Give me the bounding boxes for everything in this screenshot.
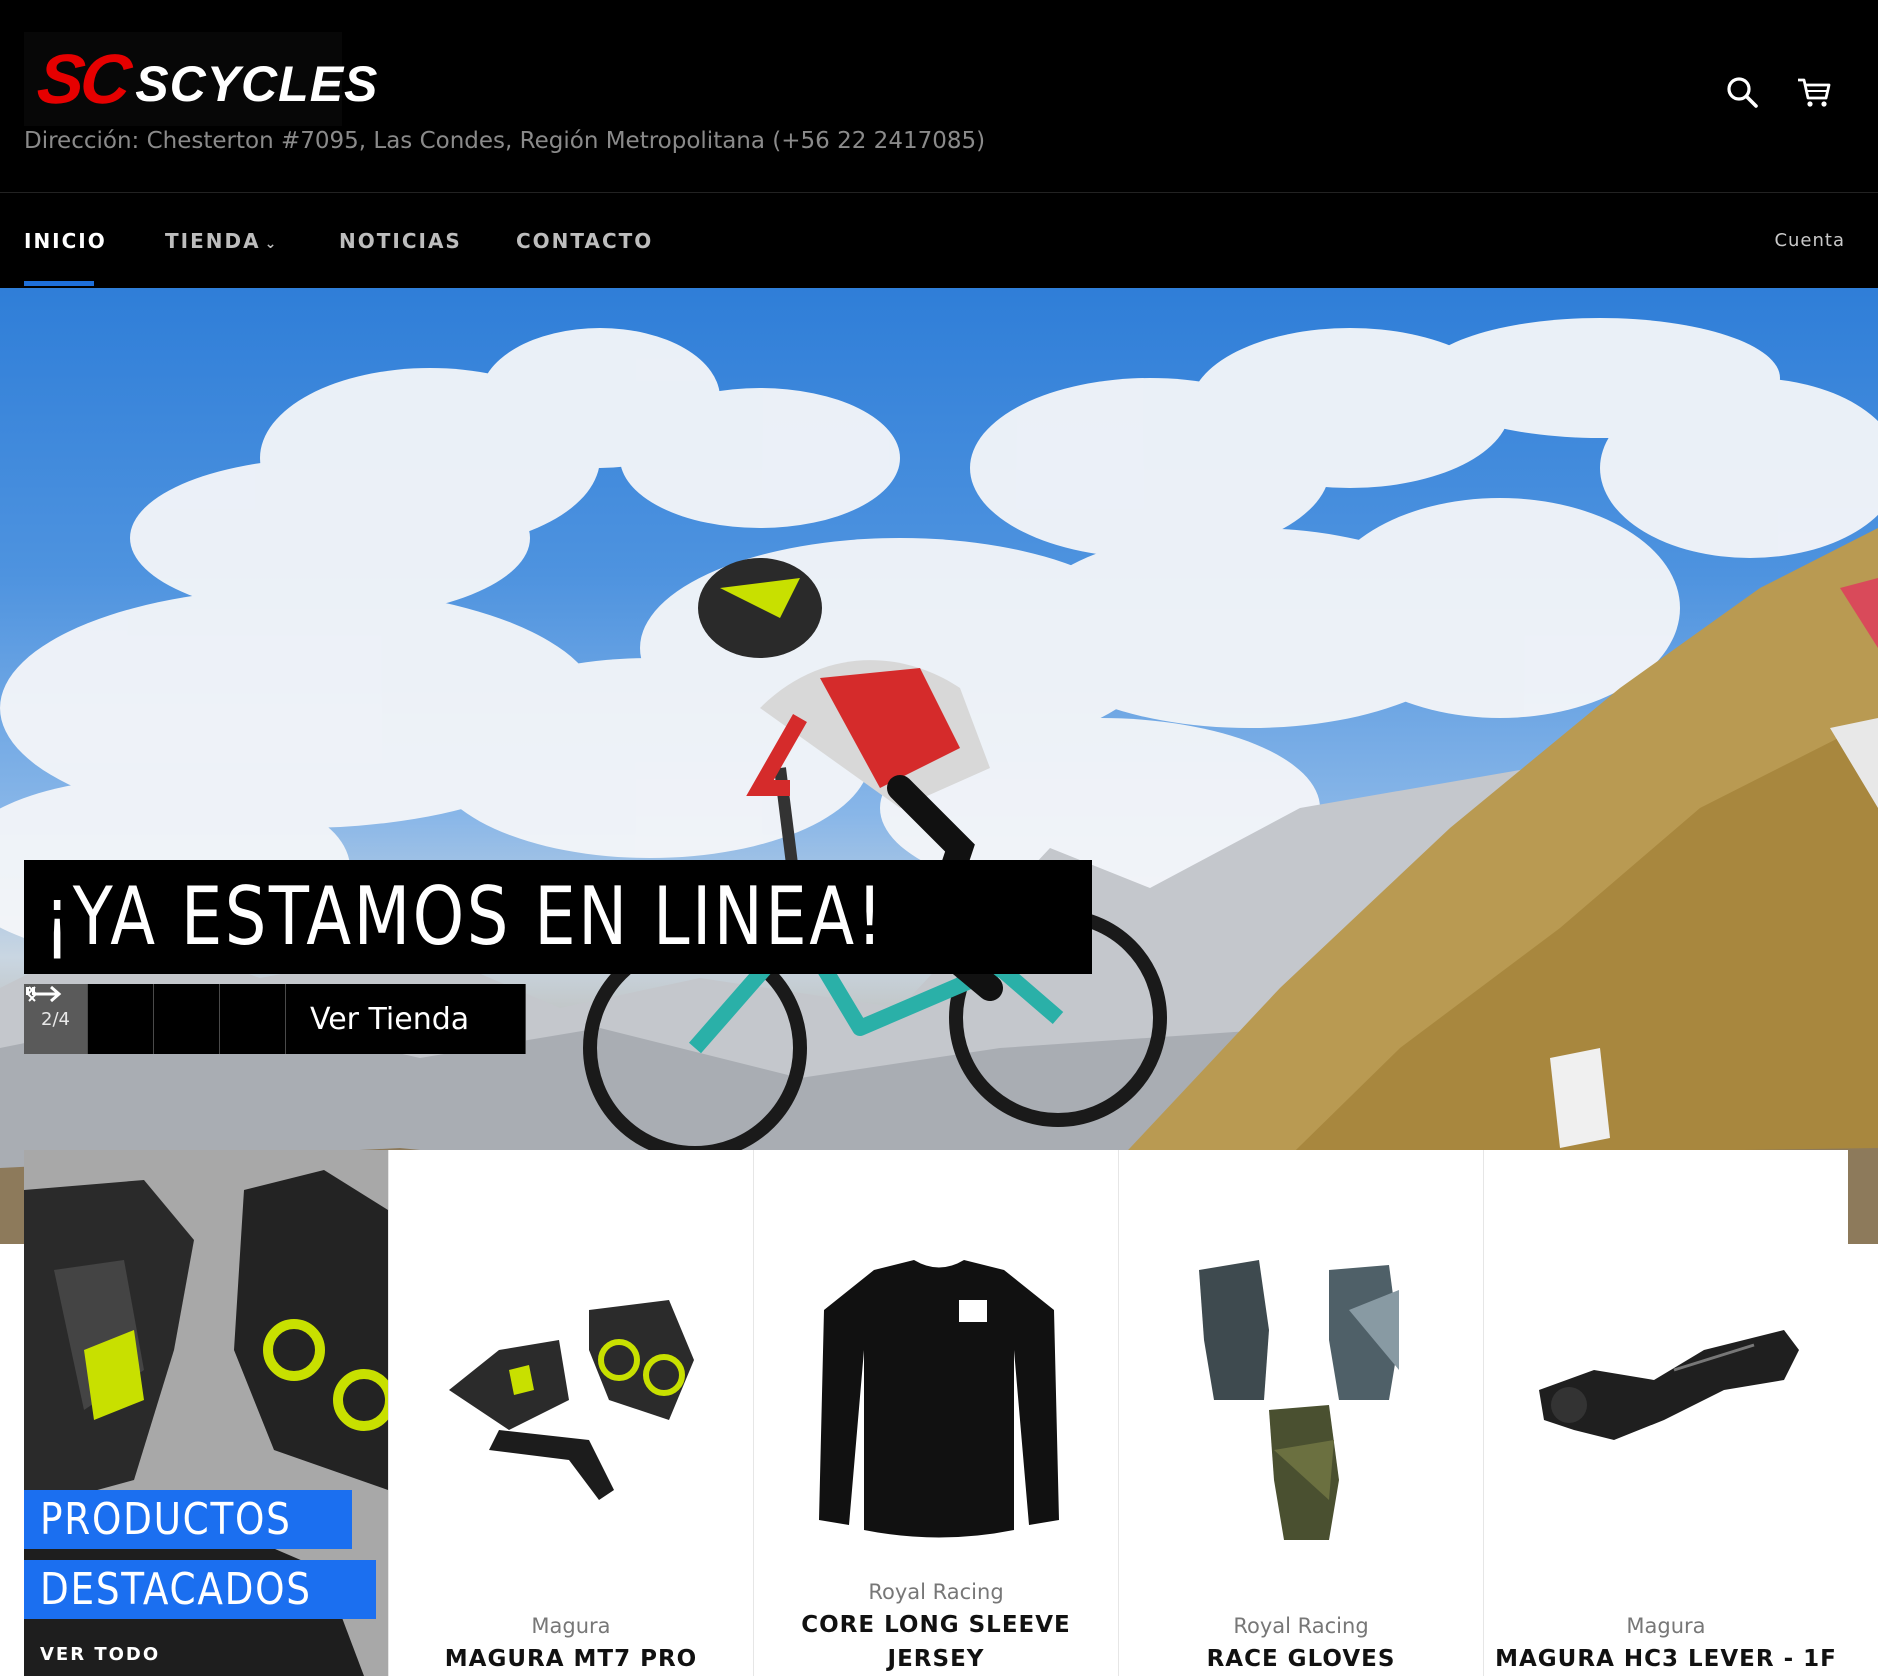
product-card[interactable]: Magura MAGURA MT7 PRO xyxy=(388,1150,753,1676)
shop-cta-button[interactable]: Ver Tienda xyxy=(36,984,526,1054)
featured-heading-line2: DESTACADOS xyxy=(24,1560,376,1619)
product-image xyxy=(1539,1330,1799,1440)
product-title-line1: CORE LONG SLEEVE xyxy=(801,1612,1071,1638)
store-address: Dirección: Chesterton #7095, Las Condes,… xyxy=(24,128,986,154)
cart-icon[interactable] xyxy=(1796,74,1832,110)
product-title: MAGURA MT7 PRO xyxy=(444,1646,698,1672)
site-header: SC SCYCLES Dirección: Chesterton #7095, … xyxy=(0,0,1878,192)
account-link[interactable]: Cuenta xyxy=(1774,230,1845,251)
hero-title: ¡YA ESTAMOS EN LINEA! xyxy=(24,860,1092,974)
hero-image xyxy=(0,318,1878,1244)
nav-item-inicio[interactable]: INICIO xyxy=(24,229,107,253)
nav-active-indicator xyxy=(24,281,94,286)
product-vendor: Magura xyxy=(531,1614,611,1638)
hero-slideshow: ¡YA ESTAMOS EN LINEA! 2/4 Ver Tienda xyxy=(0,288,1878,1244)
arrow-right-icon xyxy=(36,985,62,1003)
product-image xyxy=(819,1260,1059,1538)
slideshow-controls: 2/4 Ver Tienda xyxy=(24,984,526,1054)
site-logo[interactable]: SC SCYCLES xyxy=(24,32,377,126)
product-title: MAGURA HC3 LEVER - 1F xyxy=(1495,1646,1837,1672)
product-vendor: Royal Racing xyxy=(868,1580,1004,1604)
product-vendor: Royal Racing xyxy=(1233,1614,1369,1638)
chevron-down-icon: ⌄ xyxy=(264,236,279,252)
nav-item-noticias[interactable]: NOTICIAS xyxy=(339,229,462,253)
nav-item-tienda-label: TIENDA xyxy=(165,229,261,253)
product-title: RACE GLOVES xyxy=(1206,1646,1396,1672)
view-all-link[interactable]: VER TODO xyxy=(40,1644,160,1665)
product-card[interactable]: Royal Racing RACE GLOVES xyxy=(1118,1150,1483,1676)
prev-slide-button[interactable] xyxy=(26,984,220,1054)
pause-button[interactable] xyxy=(26,984,154,1054)
product-card[interactable]: Magura MAGURA HC3 LEVER - 1F xyxy=(1483,1150,1848,1676)
product-title-line2: JERSEY xyxy=(887,1646,985,1672)
product-image xyxy=(1199,1260,1399,1540)
product-card[interactable]: Royal Racing CORE LONG SLEEVE JERSEY xyxy=(753,1150,1118,1676)
shop-cta-label: Ver Tienda xyxy=(310,1001,470,1037)
product-vendor: Magura xyxy=(1626,1614,1706,1638)
search-icon[interactable] xyxy=(1724,74,1760,110)
featured-products: PRODUCTOS DESTACADOS VER TODO Magura MAG… xyxy=(24,1150,1848,1676)
featured-heading-line1: PRODUCTOS xyxy=(24,1490,352,1549)
logo-cycles-text: SCYCLES xyxy=(135,56,379,112)
featured-promo-tile[interactable]: PRODUCTOS DESTACADOS VER TODO xyxy=(24,1150,388,1676)
nav-item-tienda[interactable]: TIENDA ⌄ xyxy=(165,229,278,253)
header-actions xyxy=(1724,74,1832,110)
logo-sc-text: SC xyxy=(33,40,132,118)
hero-title-text: ¡YA ESTAMOS EN LINEA! xyxy=(44,869,886,963)
nav-item-contacto[interactable]: CONTACTO xyxy=(516,229,653,253)
product-image xyxy=(449,1300,694,1500)
main-nav: INICIO TIENDA ⌄ NOTICIAS CONTACTO Cuenta xyxy=(0,193,1878,288)
next-slide-button[interactable] xyxy=(28,984,286,1054)
